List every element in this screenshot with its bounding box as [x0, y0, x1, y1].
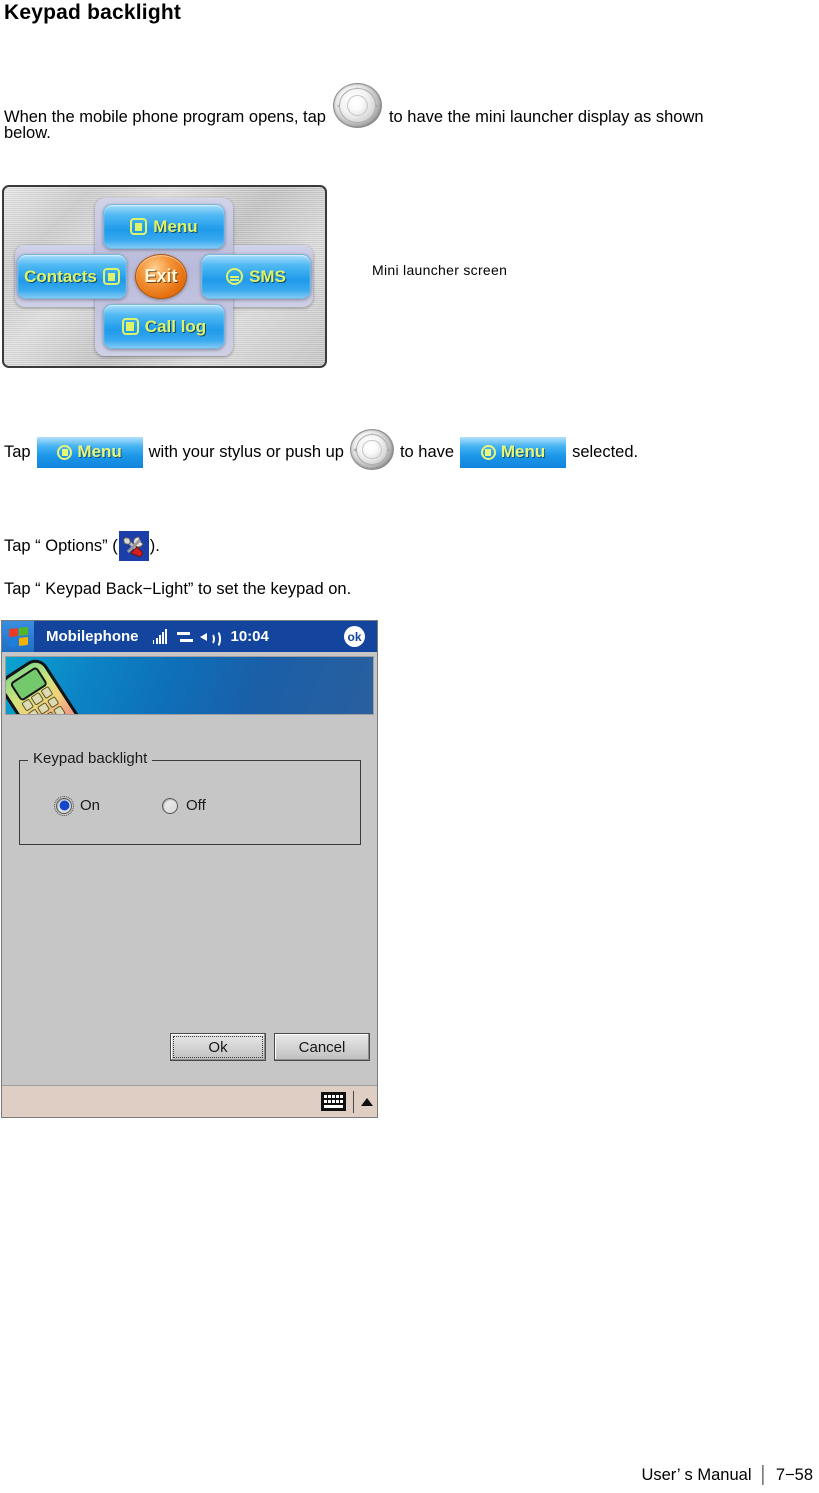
footer-page-number: 7−58 [775, 1466, 813, 1484]
intro-text-after: to have the mini launcher display as sho… [388, 107, 704, 126]
groupbox-legend: Keypad backlight [28, 750, 153, 767]
pda-clock[interactable]: 10:04 [231, 628, 269, 645]
tap-suffix-text: selected. [572, 443, 639, 461]
pda-titlebar: Mobilephone 10:04 ok [2, 621, 377, 652]
radio-label-on: On [80, 797, 101, 814]
pda-banner-image [5, 656, 374, 715]
launcher-exit-label: Exit [144, 266, 178, 286]
inline-menu-badge-label-1: Menu [77, 442, 122, 461]
navigation-dpad-icon [332, 83, 382, 128]
keypad-backlight-groupbox: Keypad backlight On Off [19, 750, 361, 845]
pda-ok-close-button[interactable]: ok [344, 626, 365, 647]
pda-dialog-buttons: Ok Cancel [170, 1033, 370, 1061]
radio-dot-off-icon [162, 797, 179, 814]
pda-screenshot: Mobilephone 10:04 ok Keypad backlight On… [1, 620, 378, 1118]
launcher-call-log-label: Call log [144, 316, 207, 336]
launcher-button-menu[interactable]: Menu [103, 204, 225, 249]
launcher-button-contacts[interactable]: Contacts [17, 254, 127, 299]
pda-taskbar [2, 1085, 377, 1117]
ok-button[interactable]: Ok [170, 1033, 266, 1061]
mini-launcher-caption: Mini launcher screen [372, 262, 508, 278]
tools-options-icon [118, 531, 149, 561]
inline-menu-badge-1: Menu [36, 436, 143, 468]
radio-option-on[interactable]: On [54, 795, 101, 816]
intro-paragraph-line1: When the mobile phone program opens, tap… [4, 83, 704, 150]
page-footer: User’ s Manual │ 7−58 [641, 1466, 813, 1485]
options-paragraph: Tap “ Options” ( ). [4, 531, 160, 561]
inline-menu-badge-label-2: Menu [500, 442, 546, 461]
keypad-backlight-radio-group: On Off [54, 795, 206, 816]
contacts-book-icon [102, 268, 120, 285]
launcher-button-call-log[interactable]: Call log [103, 304, 225, 349]
connectivity-icon[interactable] [176, 630, 193, 644]
radio-dot-on-icon [54, 795, 74, 816]
footer-separator: │ [758, 1466, 769, 1484]
mini-launcher-screenshot: Menu Contacts SMS Call log Exit [2, 185, 327, 368]
footer-manual-label: User’ s Manual [641, 1466, 752, 1484]
intro-paragraph-line2: below. [4, 124, 51, 142]
menu-badge-icon [480, 444, 496, 460]
envelope-icon [226, 268, 244, 285]
pda-title-label: Mobilephone [46, 628, 139, 645]
inline-menu-badge-2: Menu [460, 436, 567, 468]
page-title: Keypad backlight [4, 1, 182, 24]
call-log-icon [121, 318, 139, 335]
launcher-contacts-label: Contacts [24, 266, 97, 286]
signal-strength-icon[interactable] [152, 629, 170, 644]
launcher-button-exit[interactable]: Exit [135, 254, 187, 299]
launcher-sms-label: SMS [249, 266, 286, 286]
options-text-after: ). [149, 537, 160, 555]
tap-middle-text: with your stylus or push up [148, 443, 344, 461]
tap-menu-paragraph: Tap Menu with your stylus or push up to … [4, 429, 638, 475]
windows-flag-glyph [8, 626, 28, 647]
launcher-menu-label: Menu [153, 216, 198, 236]
radio-label-off: Off [186, 797, 206, 814]
phone-body-shape [6, 657, 86, 714]
cancel-button[interactable]: Cancel [274, 1033, 370, 1061]
navigation-dpad-icon [349, 429, 394, 470]
taskbar-divider [352, 1090, 354, 1113]
menu-badge-icon [57, 444, 73, 460]
soft-input-keyboard-icon[interactable] [320, 1092, 346, 1111]
radio-option-off[interactable]: Off [162, 797, 206, 814]
tap-to-have-text: to have [399, 443, 455, 461]
options-text-before: Tap “ Options” ( [4, 537, 118, 555]
pda-titlebar-icons: 10:04 [152, 628, 269, 648]
keypad-backlight-paragraph: Tap “ Keypad Back−Light” to set the keyp… [4, 580, 352, 598]
sip-chevron-up-icon[interactable] [361, 1097, 373, 1106]
menu-badge-icon [130, 218, 148, 235]
mobile-phone-illustration [6, 657, 95, 714]
intro-text-before: When the mobile phone program opens, tap [4, 107, 326, 126]
windows-start-icon[interactable] [2, 621, 34, 652]
launcher-cross-plate: Menu Contacts SMS Call log Exit [15, 198, 313, 356]
launcher-button-sms[interactable]: SMS [201, 254, 311, 299]
dpad-center-button [362, 439, 382, 460]
speaker-volume-icon[interactable] [199, 629, 221, 648]
tap-prefix-text: Tap [4, 443, 31, 461]
